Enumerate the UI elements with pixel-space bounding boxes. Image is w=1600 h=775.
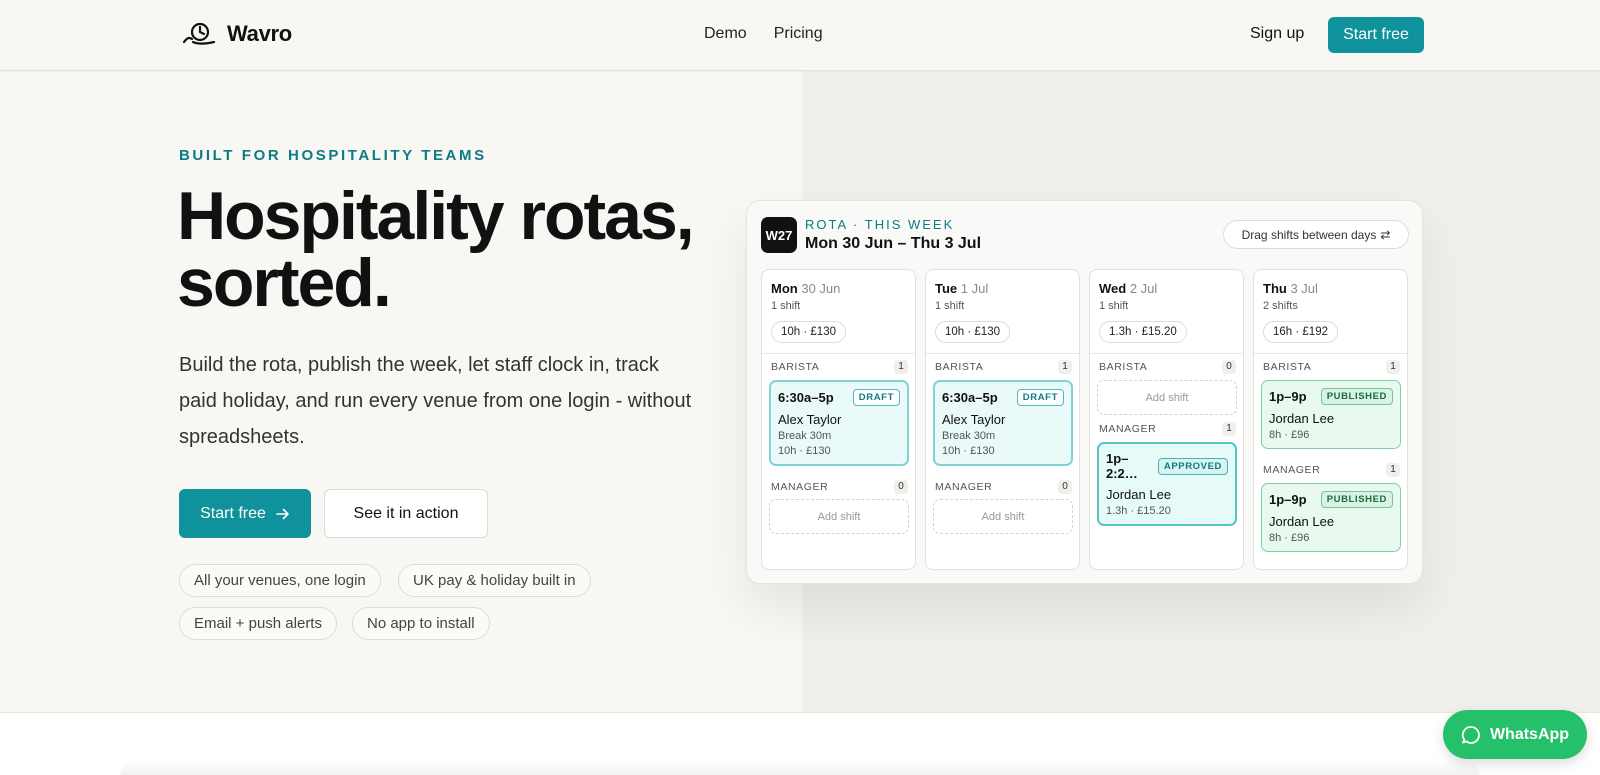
role-row-manager: MANAGER 0 <box>935 480 1072 494</box>
nav-demo[interactable]: Demo <box>704 25 747 43</box>
logo[interactable]: Wavro <box>181 20 292 48</box>
role-count-badge: 0 <box>1058 480 1072 494</box>
wavro-logo-icon <box>182 22 216 45</box>
hero-start-free-label: Start free <box>200 504 266 522</box>
shift-hours-pay: 1.3h · £15.20 <box>1106 505 1171 517</box>
see-it-in-action-button[interactable]: See it in action <box>324 489 488 538</box>
day-header: Thu 3 Jul 2 shifts 16h · £192 <box>1254 270 1407 354</box>
role-count-badge: 1 <box>1222 422 1236 436</box>
day-header: Wed 2 Jul 1 shift 1.3h · £15.20 <box>1090 270 1243 354</box>
hero-eyebrow: BUILT FOR HOSPITALITY TEAMS <box>179 147 487 164</box>
whatsapp-chat-button[interactable]: WhatsApp <box>1443 710 1587 759</box>
day-title: Thu 3 Jul <box>1263 281 1318 296</box>
shift-time: 6:30a–5p <box>778 390 834 405</box>
day-column-mon: Mon 30 Jun 1 shift 10h · £130 BARISTA 1 … <box>761 269 916 570</box>
shift-hours-pay: 8h · £96 <box>1269 429 1310 441</box>
status-badge: DRAFT <box>1016 389 1064 406</box>
add-shift-button[interactable]: Add shift <box>769 499 909 534</box>
hero-title-line-1: Hospitality rotas, <box>177 178 695 254</box>
hero-title-line-2: sorted. <box>177 245 392 321</box>
week-badge: W27 <box>761 217 797 253</box>
feature-pill: No app to install <box>352 607 490 640</box>
role-count-badge: 0 <box>894 480 908 494</box>
role-row-barista: BARISTA 1 <box>771 360 908 374</box>
staff-name: Alex Taylor <box>778 412 842 427</box>
shift-hours-pay: 10h · £130 <box>942 445 995 457</box>
day-header: Tue 1 Jul 1 shift 10h · £130 <box>926 270 1079 354</box>
role-row-barista: BARISTA 1 <box>1263 360 1400 374</box>
rota-week-range: Mon 30 Jun – Thu 3 Jul <box>805 235 982 252</box>
swap-arrows-icon: ⇄ <box>1380 227 1391 242</box>
role-count-badge: 1 <box>1058 360 1072 374</box>
role-count-badge: 1 <box>1386 360 1400 374</box>
role-row-manager: MANAGER 1 <box>1099 422 1236 436</box>
day-total-chip: 16h · £192 <box>1263 321 1338 343</box>
staff-name: Alex Taylor <box>942 412 1006 427</box>
drag-hint-chip: Drag shifts between days ⇄ <box>1223 220 1409 249</box>
shift-card[interactable]: 1p–9p PUBLISHED Jordan Lee 8h · £96 <box>1261 380 1401 449</box>
shift-break: Break 30m <box>942 430 996 442</box>
add-shift-button[interactable]: Add shift <box>933 499 1073 534</box>
nav-pricing[interactable]: Pricing <box>774 25 823 43</box>
main-nav: Demo Pricing <box>704 25 823 43</box>
role-row-manager: MANAGER 1 <box>1263 463 1400 477</box>
drag-hint-label: Drag shifts between days <box>1241 227 1377 242</box>
shift-card[interactable]: 6:30a–5p DRAFT Alex Taylor Break 30m 10h… <box>769 380 909 466</box>
site-header: Wavro Demo Pricing Sign up Start free <box>0 0 1600 71</box>
day-total-chip: 1.3h · £15.20 <box>1099 321 1187 343</box>
day-total-chip: 10h · £130 <box>935 321 1010 343</box>
day-shift-count: 1 shift <box>771 300 801 312</box>
day-column-tue: Tue 1 Jul 1 shift 10h · £130 BARISTA 1 6… <box>925 269 1080 570</box>
day-shift-count: 1 shift <box>935 300 965 312</box>
day-shift-count: 2 shifts <box>1263 300 1298 312</box>
shift-card[interactable]: 6:30a–5p DRAFT Alex Taylor Break 30m 10h… <box>933 380 1073 466</box>
status-badge: PUBLISHED <box>1320 491 1393 508</box>
next-section-card-shadow <box>120 760 1480 775</box>
shift-time: 1p–2:2… <box>1106 451 1138 481</box>
shift-hours-pay: 10h · £130 <box>778 445 831 457</box>
rota-eyebrow: ROTA · THIS WEEK <box>805 217 955 232</box>
hero-start-free-button[interactable]: Start free <box>179 489 311 538</box>
feature-pill: Email + push alerts <box>179 607 337 640</box>
staff-name: Jordan Lee <box>1269 514 1335 529</box>
day-shift-count: 1 shift <box>1099 300 1129 312</box>
hero-title: Hospitality rotas, sorted. <box>177 178 737 321</box>
chat-bubble-icon <box>1461 725 1480 744</box>
feature-pill: UK pay & holiday built in <box>398 564 591 597</box>
shift-time: 6:30a–5p <box>942 390 998 405</box>
header-start-free-button[interactable]: Start free <box>1328 17 1424 53</box>
shift-time: 1p–9p <box>1269 389 1307 404</box>
hero-description: Build the rota, publish the week, let st… <box>179 354 692 448</box>
shift-hours-pay: 8h · £96 <box>1269 532 1310 544</box>
day-column-wed: Wed 2 Jul 1 shift 1.3h · £15.20 BARISTA … <box>1089 269 1244 570</box>
day-title: Mon 30 Jun <box>771 281 841 296</box>
shift-time: 1p–9p <box>1269 492 1307 507</box>
status-badge: APPROVED <box>1157 457 1228 475</box>
signup-link[interactable]: Sign up <box>1250 25 1304 43</box>
staff-name: Jordan Lee <box>1269 411 1335 426</box>
role-row-barista: BARISTA 1 <box>935 360 1072 374</box>
add-shift-button[interactable]: Add shift <box>1097 380 1237 415</box>
role-count-badge: 1 <box>894 360 908 374</box>
role-row-manager: MANAGER 0 <box>771 480 908 494</box>
staff-name: Jordan Lee <box>1106 487 1172 502</box>
shift-card[interactable]: 1p–2:2… APPROVED Jordan Lee 1.3h · £15.2… <box>1097 442 1237 526</box>
arrow-right-icon <box>276 508 289 519</box>
brand-name: Wavro <box>227 21 292 46</box>
status-badge: DRAFT <box>852 389 900 406</box>
role-row-barista: BARISTA 0 <box>1099 360 1236 374</box>
rota-preview-card: W27 ROTA · THIS WEEK Mon 30 Jun – Thu 3 … <box>746 200 1423 584</box>
day-header: Mon 30 Jun 1 shift 10h · £130 <box>762 270 915 354</box>
shift-card[interactable]: 1p–9p PUBLISHED Jordan Lee 8h · £96 <box>1261 483 1401 552</box>
shift-break: Break 30m <box>778 430 832 442</box>
day-title: Tue 1 Jul <box>935 281 989 296</box>
day-column-thu: Thu 3 Jul 2 shifts 16h · £192 BARISTA 1 … <box>1253 269 1408 570</box>
whatsapp-label: WhatsApp <box>1489 725 1570 743</box>
day-title: Wed 2 Jul <box>1099 281 1158 296</box>
role-count-badge: 0 <box>1222 360 1236 374</box>
status-badge: PUBLISHED <box>1320 388 1393 405</box>
day-total-chip: 10h · £130 <box>771 321 846 343</box>
feature-pill: All your venues, one login <box>179 564 381 597</box>
role-count-badge: 1 <box>1386 463 1400 477</box>
